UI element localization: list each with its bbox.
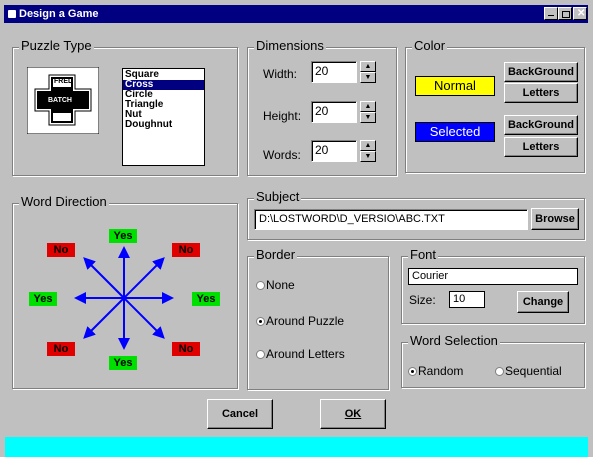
selected-color-sample: Selected [415,122,495,142]
font-name-field[interactable]: Courier [408,268,578,285]
width-input[interactable]: 20 [311,61,357,83]
width-label: Width: [263,67,298,81]
height-input[interactable]: 20 [311,101,357,123]
selected-background-button[interactable]: BackGround [504,115,578,135]
border-around-letters-label[interactable]: Around Letters [266,347,345,361]
direction-down-left-toggle[interactable]: No [47,342,75,356]
selection-random-radio[interactable] [408,367,417,376]
design-game-window: Design a Game ✕ Puzzle Type FRED BATCH S… [0,0,593,457]
normal-letters-button[interactable]: Letters [504,83,578,103]
direction-left-toggle[interactable]: Yes [29,292,57,306]
normal-background-button[interactable]: BackGround [504,62,578,82]
puzzle-option-doughnut[interactable]: Doughnut [123,120,204,130]
height-label: Height: [263,109,302,123]
direction-down-toggle[interactable]: Yes [109,356,137,370]
font-group: Font [401,247,585,324]
words-input[interactable]: 20 [311,140,357,162]
border-legend: Border [254,247,298,262]
border-around-puzzle-label[interactable]: Around Puzzle [266,314,344,328]
selection-random-label[interactable]: Random [418,364,463,378]
direction-down-right-toggle[interactable]: No [172,342,200,356]
ok-button[interactable]: OK [320,399,386,429]
border-none-label[interactable]: None [266,278,295,292]
maximize-button[interactable] [558,7,572,20]
selected-letters-button[interactable]: Letters [504,137,578,157]
preview-word-1: FRED [54,78,74,85]
border-none-radio[interactable] [256,281,265,290]
direction-right-toggle[interactable]: Yes [192,292,220,306]
subject-legend: Subject [254,189,302,204]
cancel-button[interactable]: Cancel [207,399,273,429]
preview-word-2: BATCH [48,97,72,104]
subject-path-input[interactable]: D:\LOSTWORD\D_VERSIO\ABC.TXT [254,209,528,230]
font-change-button[interactable]: Change [517,291,569,313]
window-menu-icon[interactable] [8,10,16,18]
words-up-icon[interactable]: ▲ [360,140,376,151]
window-title: Design a Game [19,8,99,20]
selection-sequential-radio[interactable] [495,367,504,376]
close-button[interactable]: ✕ [573,7,587,20]
border-around-puzzle-radio[interactable] [256,317,265,326]
status-bar [5,437,588,457]
direction-arrows-icon [74,246,174,350]
words-spinner[interactable]: ▲ ▼ [360,140,376,163]
words-label: Words: [263,148,301,162]
dimensions-legend: Dimensions [254,38,326,53]
width-spinner[interactable]: ▲ ▼ [360,61,376,84]
selection-sequential-label[interactable]: Sequential [505,364,562,378]
title-bar[interactable]: Design a Game ✕ [4,5,588,23]
direction-up-right-toggle[interactable]: No [172,243,200,257]
border-around-letters-radio[interactable] [256,350,265,359]
font-size-field[interactable]: 10 [449,291,485,308]
height-down-icon[interactable]: ▼ [360,112,376,123]
height-spinner[interactable]: ▲ ▼ [360,101,376,124]
normal-color-sample: Normal [415,76,495,96]
browse-button[interactable]: Browse [531,208,579,230]
puzzle-type-list[interactable]: Square Cross Circle Triangle Nut Doughnu… [122,68,205,166]
font-size-label: Size: [409,293,436,307]
words-down-icon[interactable]: ▼ [360,151,376,162]
color-legend: Color [412,38,448,53]
direction-up-left-toggle[interactable]: No [47,243,75,257]
width-down-icon[interactable]: ▼ [360,72,376,83]
direction-up-toggle[interactable]: Yes [109,229,137,243]
word-direction-legend: Word Direction [19,194,109,209]
puzzle-type-legend: Puzzle Type [19,38,94,53]
height-up-icon[interactable]: ▲ [360,101,376,112]
word-selection-legend: Word Selection [408,333,500,348]
minimize-button[interactable] [544,7,558,20]
font-legend: Font [408,247,439,262]
width-up-icon[interactable]: ▲ [360,61,376,72]
